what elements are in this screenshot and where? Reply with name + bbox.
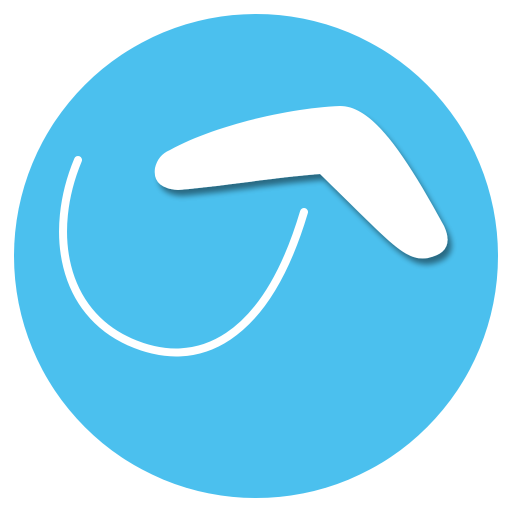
boomerang-logo-icon — [14, 14, 498, 498]
app-icon — [0, 0, 512, 512]
